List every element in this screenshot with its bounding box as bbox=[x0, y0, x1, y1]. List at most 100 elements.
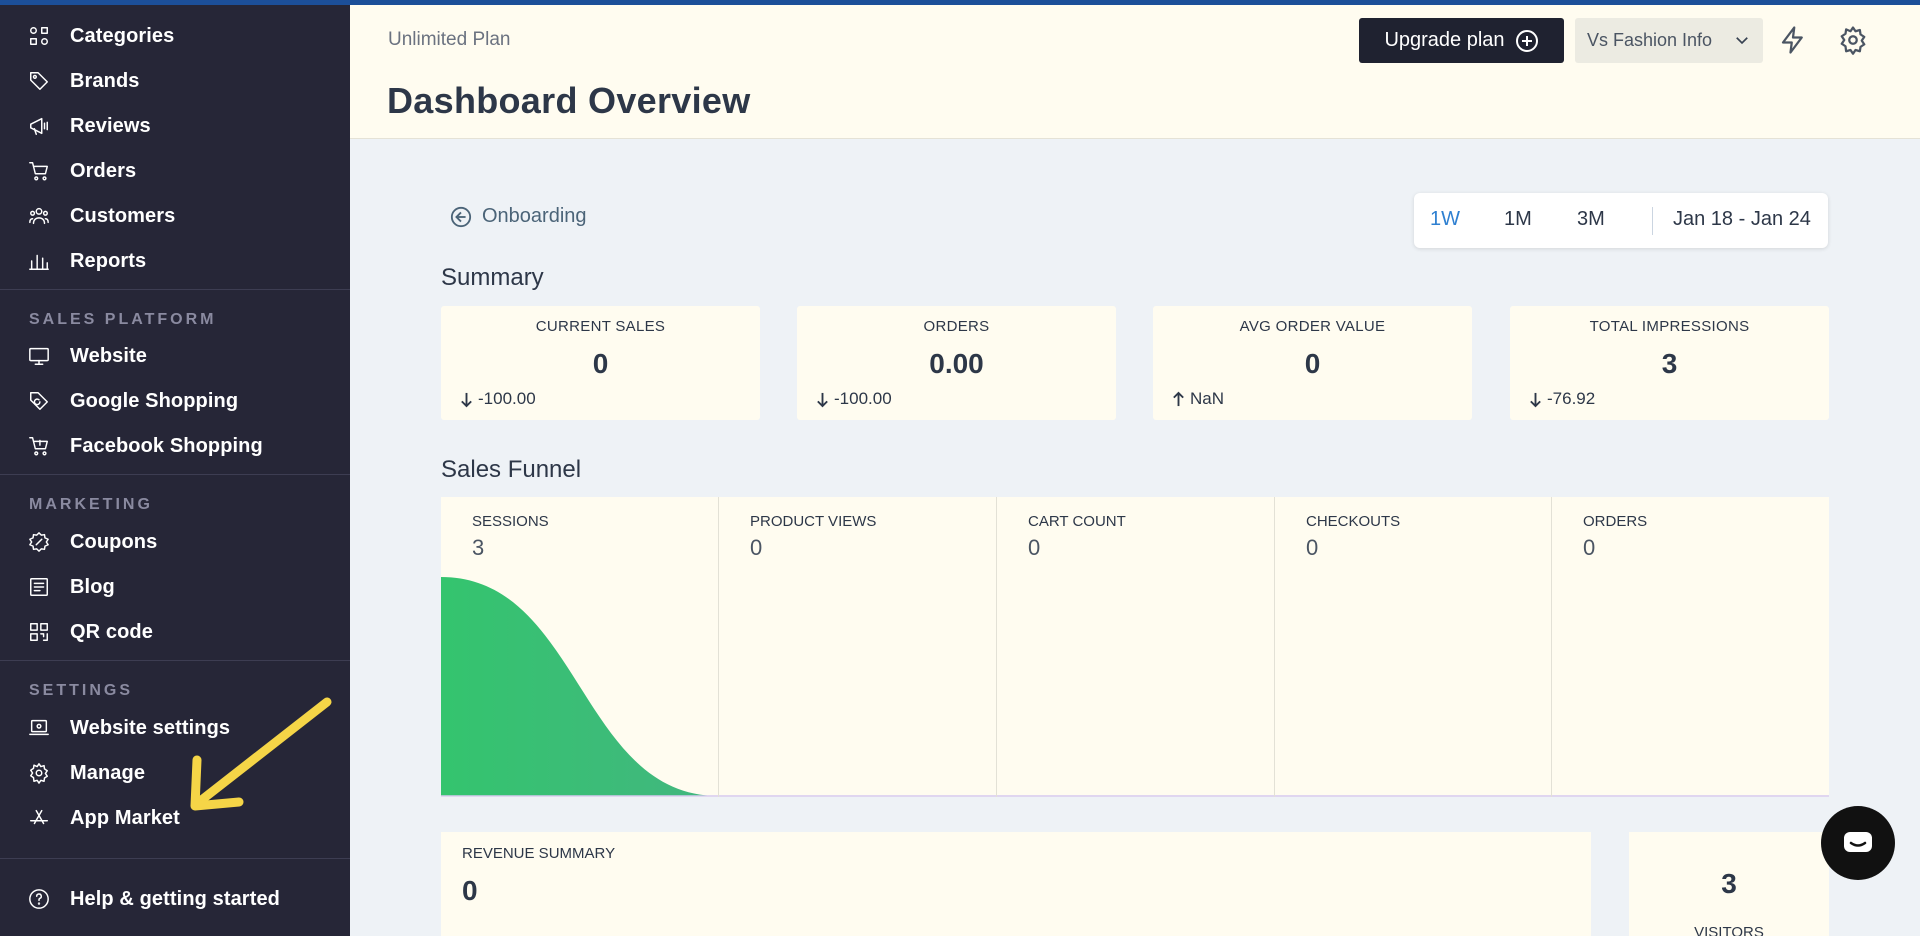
sidebar-item-label: Reviews bbox=[70, 114, 151, 137]
arrow-down-icon bbox=[817, 392, 828, 407]
visitors-card: 3 VISITORS bbox=[1629, 832, 1829, 936]
page-header: Unlimited Plan Dashboard Overview Upgrad… bbox=[350, 5, 1920, 139]
funnel-stage-value: 0 bbox=[1306, 535, 1319, 560]
funnel-stage-sessions: SESSIONS 3 bbox=[441, 497, 718, 797]
sidebar-item-blog[interactable]: Blog bbox=[0, 567, 350, 607]
onboarding-label: Onboarding bbox=[482, 205, 587, 227]
card-delta-value: -76.92 bbox=[1547, 389, 1596, 408]
date-range-picker[interactable]: Jan 18 - Jan 24 bbox=[1673, 208, 1811, 231]
revenue-summary-card: REVENUE SUMMARY 0 bbox=[441, 832, 1591, 936]
funnel-stage-label: ORDERS bbox=[1583, 513, 1648, 530]
date-range-selector: 1W 1M 3M Jan 18 - Jan 24 bbox=[1414, 193, 1828, 248]
sales-funnel-heading: Sales Funnel bbox=[441, 456, 582, 483]
sidebar-item-facebook-shopping[interactable]: Facebook Shopping bbox=[0, 426, 350, 466]
visitors-value: 3 bbox=[1721, 868, 1737, 899]
arrow-up-icon bbox=[1173, 391, 1184, 406]
sidebar-divider bbox=[0, 289, 350, 290]
card-delta: -100.00 bbox=[815, 389, 892, 409]
card-title: CURRENT SALES bbox=[535, 318, 666, 335]
sidebar-item-label: Google Shopping bbox=[70, 389, 239, 412]
sidebar-item-label: Coupons bbox=[70, 530, 158, 553]
google-tag-icon bbox=[28, 390, 50, 412]
funnel-stage-label: CART COUNT bbox=[1028, 513, 1126, 530]
categories-icon bbox=[28, 25, 50, 47]
range-1m[interactable]: 1M bbox=[1504, 208, 1532, 231]
revenue-summary-title: REVENUE SUMMARY bbox=[462, 845, 616, 862]
card-title: ORDERS bbox=[923, 318, 990, 335]
sidebar-divider bbox=[0, 858, 350, 859]
funnel-stage-value: 3 bbox=[472, 535, 485, 560]
card-delta-value: NaN bbox=[1190, 389, 1225, 408]
sidebar-item-label: Blog bbox=[70, 575, 115, 598]
sidebar-item-qr-code[interactable]: QR code bbox=[0, 612, 350, 652]
help-circle-icon bbox=[28, 888, 50, 910]
sidebar-item-brands[interactable]: Brands bbox=[0, 61, 350, 101]
sidebar-item-label: Reports bbox=[70, 249, 147, 272]
funnel-stage-label: PRODUCT VIEWS bbox=[750, 513, 877, 530]
sidebar-item-label: Customers bbox=[70, 204, 176, 227]
card-delta-value: -100.00 bbox=[478, 389, 536, 408]
sidebar-item-label: Website bbox=[70, 344, 148, 367]
qr-code-icon bbox=[28, 621, 50, 643]
sidebar-item-google-shopping[interactable]: Google Shopping bbox=[0, 381, 350, 421]
funnel-stage-cart-count: CART COUNT 0 bbox=[997, 497, 1274, 797]
gear-icon bbox=[1840, 26, 1866, 55]
laptop-settings-icon bbox=[28, 717, 50, 739]
store-selector[interactable]: Vs Fashion Info bbox=[1575, 18, 1763, 63]
sidebar-item-label: Manage bbox=[70, 761, 146, 784]
funnel-stage-checkouts: CHECKOUTS 0 bbox=[1275, 497, 1552, 797]
revenue-summary-value: 0 bbox=[462, 875, 478, 906]
cart-icon bbox=[28, 160, 50, 182]
lightning-button[interactable] bbox=[1778, 25, 1808, 55]
upgrade-plan-label: Upgrade plan bbox=[1384, 29, 1505, 51]
summary-card-current-sales: CURRENT SALES 0 -100.00 bbox=[441, 306, 760, 420]
onboarding-link[interactable]: Onboarding bbox=[450, 205, 587, 228]
sidebar-item-help[interactable]: Help & getting started bbox=[0, 879, 350, 919]
card-value: 0 bbox=[1304, 348, 1321, 379]
sidebar-item-label: Orders bbox=[70, 159, 137, 182]
page-title: Dashboard Overview bbox=[387, 80, 751, 121]
bar-chart-icon bbox=[28, 250, 50, 272]
sidebar-item-reports[interactable]: Reports bbox=[0, 241, 350, 281]
sidebar-item-reviews[interactable]: Reviews bbox=[0, 106, 350, 146]
card-value: 0.00 bbox=[929, 348, 984, 379]
range-1w[interactable]: 1W bbox=[1430, 208, 1460, 231]
arrow-down-icon bbox=[461, 392, 472, 407]
range-separator bbox=[1652, 207, 1653, 235]
sidebar-item-label: Facebook Shopping bbox=[70, 434, 263, 457]
funnel-stage-value: 0 bbox=[1583, 535, 1596, 560]
plan-label: Unlimited Plan bbox=[388, 29, 511, 50]
sidebar-item-label: Brands bbox=[70, 69, 140, 92]
annotation-arrow bbox=[190, 697, 332, 811]
top-accent-bar bbox=[0, 0, 1920, 5]
sidebar-divider bbox=[0, 660, 350, 661]
card-value: 3 bbox=[1661, 348, 1678, 379]
visitors-title: VISITORS bbox=[1694, 924, 1764, 936]
settings-button[interactable] bbox=[1838, 25, 1868, 55]
cart-icon bbox=[28, 435, 50, 457]
upgrade-plan-button[interactable]: Upgrade plan bbox=[1359, 18, 1564, 63]
sidebar-item-coupons[interactable]: Coupons bbox=[0, 522, 350, 562]
funnel-stage-value: 0 bbox=[1028, 535, 1041, 560]
summary-card-avg-order-value: AVG ORDER VALUE 0 NaN bbox=[1153, 306, 1472, 420]
chat-button[interactable] bbox=[1821, 806, 1895, 880]
sidebar-item-orders[interactable]: Orders bbox=[0, 151, 350, 191]
store-name: Vs Fashion Info bbox=[1587, 30, 1713, 50]
summary-heading: Summary bbox=[441, 264, 544, 291]
chevron-down-icon bbox=[1736, 37, 1748, 45]
funnel-stage-label: SESSIONS bbox=[472, 513, 549, 530]
plus-circle-icon bbox=[1515, 29, 1538, 52]
blog-icon bbox=[28, 576, 50, 598]
sidebar-item-customers[interactable]: Customers bbox=[0, 196, 350, 236]
range-3m[interactable]: 3M bbox=[1577, 208, 1605, 231]
gear-icon bbox=[28, 762, 50, 784]
sidebar-item-website[interactable]: Website bbox=[0, 336, 350, 376]
tag-icon bbox=[28, 70, 50, 92]
card-delta-value: -100.00 bbox=[834, 389, 892, 408]
lightning-icon bbox=[1781, 26, 1803, 54]
funnel-stage-orders: ORDERS 0 bbox=[1552, 497, 1829, 797]
card-delta: NaN bbox=[1171, 389, 1224, 409]
sidebar-item-categories[interactable]: Categories bbox=[0, 16, 350, 56]
section-title-settings: SETTINGS bbox=[29, 682, 134, 699]
users-icon bbox=[28, 205, 50, 227]
